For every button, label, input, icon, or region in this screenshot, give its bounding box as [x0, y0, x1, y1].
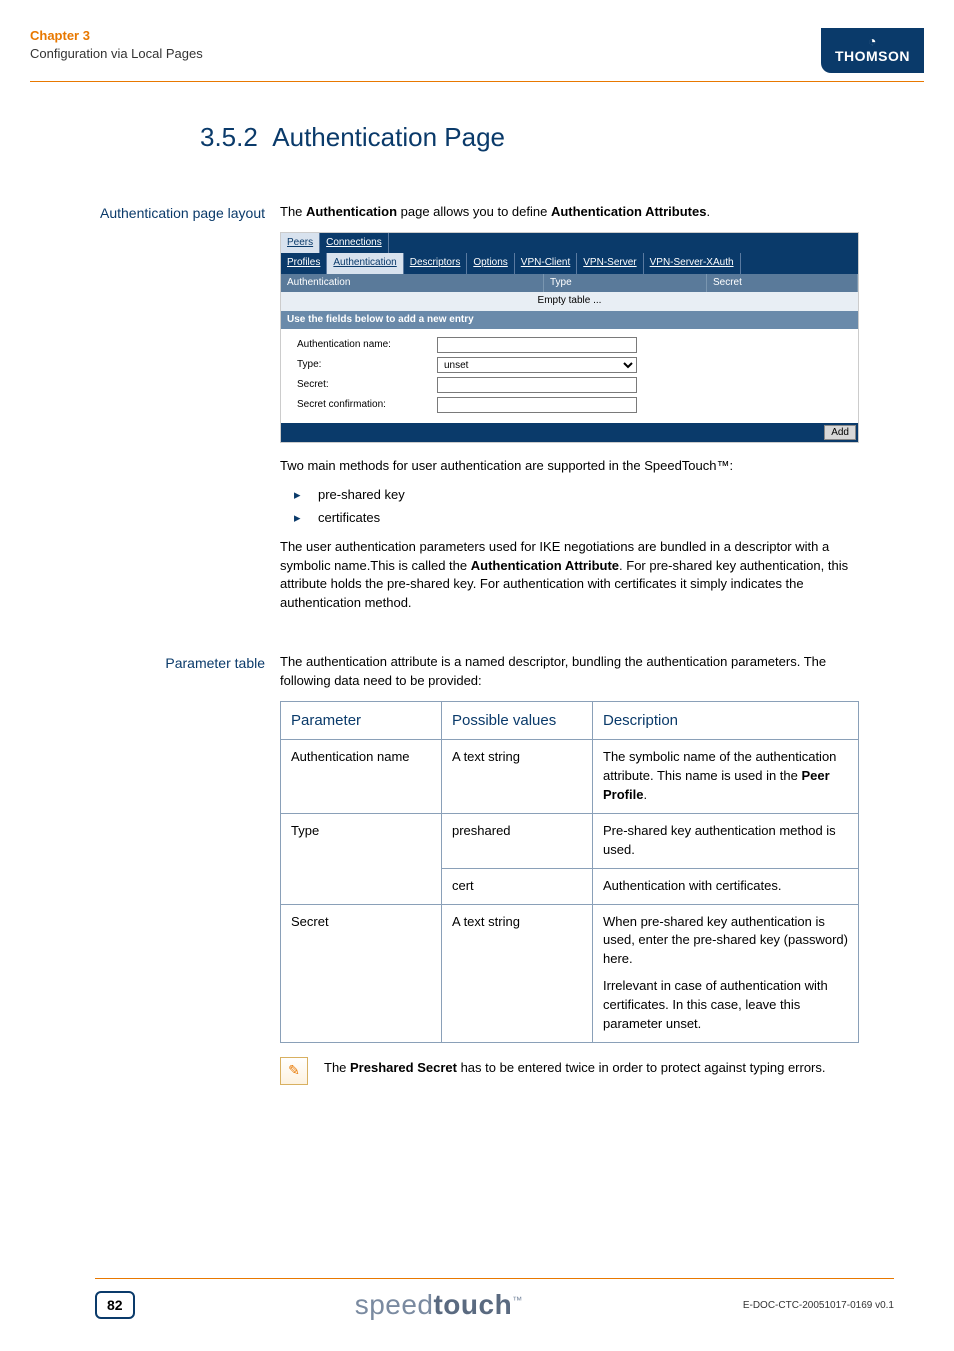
auth-name-label: Authentication name: — [297, 338, 437, 353]
tab-vpn-server[interactable]: VPN-Server — [577, 253, 643, 274]
cell-value: cert — [442, 868, 593, 904]
footer-rule — [95, 1278, 894, 1279]
header-rule — [30, 81, 924, 82]
col-secret: Secret — [707, 274, 858, 293]
note-icon: ✎ — [280, 1057, 308, 1085]
cell-value: preshared — [442, 814, 593, 869]
tabs-secondary: Profiles Authentication Descriptors Opti… — [281, 253, 858, 274]
tab-profiles[interactable]: Profiles — [281, 253, 327, 274]
cell-desc: When pre-shared key authentication is us… — [593, 904, 859, 1042]
table-row: Secret A text string When pre-shared key… — [281, 904, 859, 1042]
col-authentication: Authentication — [281, 274, 544, 293]
type-select[interactable]: unset — [437, 357, 637, 373]
cell-desc: Authentication with certificates. — [593, 868, 859, 904]
empty-table-text: Empty table ... — [281, 292, 858, 311]
note-block: ✎ The Preshared Secret has to be entered… — [280, 1057, 859, 1085]
side-label-param-table: Parameter table — [0, 653, 280, 1085]
tab-options[interactable]: Options — [467, 253, 514, 274]
cell-value: A text string — [442, 740, 593, 814]
chapter-title: Chapter 3 — [30, 28, 203, 43]
table-row: Type preshared Pre-shared key authentica… — [281, 814, 859, 869]
th-parameter: Parameter — [281, 701, 442, 740]
secret-input[interactable] — [437, 377, 637, 393]
methods-list: pre-shared key certificates — [290, 486, 859, 528]
globe-icon: ◔ — [835, 34, 910, 49]
table-row: Authentication name A text string The sy… — [281, 740, 859, 814]
form-subhead: Use the fields below to add a new entry — [281, 311, 858, 330]
secret-confirm-input[interactable] — [437, 397, 637, 413]
cell-value: A text string — [442, 904, 593, 1042]
tab-vpn-server-xauth[interactable]: VPN-Server-XAuth — [644, 253, 741, 274]
secret-confirm-label: Secret confirmation: — [297, 398, 437, 413]
type-label: Type: — [297, 358, 437, 373]
cell-param: Type — [281, 814, 442, 905]
page-number: 82 — [95, 1291, 135, 1319]
note-text: The Preshared Secret has to be entered t… — [324, 1057, 859, 1085]
add-button[interactable]: Add — [824, 425, 856, 440]
parameter-table: Parameter Possible values Description Au… — [280, 701, 859, 1043]
th-values: Possible values — [442, 701, 593, 740]
auth-name-input[interactable] — [437, 337, 637, 353]
param-intro: The authentication attribute is a named … — [280, 653, 859, 691]
tabs-primary: Peers Connections — [281, 233, 858, 254]
bullet-certificates: certificates — [290, 509, 859, 528]
section-title: 3.5.2 Authentication Page — [200, 122, 954, 153]
methods-intro: Two main methods for user authentication… — [280, 457, 859, 476]
th-description: Description — [593, 701, 859, 740]
side-label-auth-layout: Authentication page layout — [0, 203, 280, 623]
tab-peers[interactable]: Peers — [281, 233, 320, 254]
cell-param: Authentication name — [281, 740, 442, 814]
chapter-subtitle: Configuration via Local Pages — [30, 46, 203, 61]
table-header: Authentication Type Secret — [281, 274, 858, 293]
cell-desc: Pre-shared key authentication method is … — [593, 814, 859, 869]
intro-text: The Authentication page allows you to de… — [280, 203, 859, 222]
tab-connections[interactable]: Connections — [320, 233, 389, 254]
secret-label: Secret: — [297, 378, 437, 393]
ui-screenshot: Peers Connections Profiles Authenticatio… — [280, 232, 859, 444]
cell-param: Secret — [281, 904, 442, 1042]
doc-id: E-DOC-CTC-20051017-0169 v0.1 — [743, 1300, 894, 1311]
tab-vpn-client[interactable]: VPN-Client — [515, 253, 577, 274]
col-type: Type — [544, 274, 707, 293]
cell-desc: The symbolic name of the authentication … — [593, 740, 859, 814]
bullet-preshared: pre-shared key — [290, 486, 859, 505]
tab-authentication[interactable]: Authentication — [327, 253, 403, 274]
auth-attribute-text: The user authentication parameters used … — [280, 538, 859, 613]
speedtouch-logo: speedtouch™ — [355, 1289, 523, 1321]
tab-descriptors[interactable]: Descriptors — [404, 253, 468, 274]
brand-logo: ◔ THOMSON — [821, 28, 924, 73]
